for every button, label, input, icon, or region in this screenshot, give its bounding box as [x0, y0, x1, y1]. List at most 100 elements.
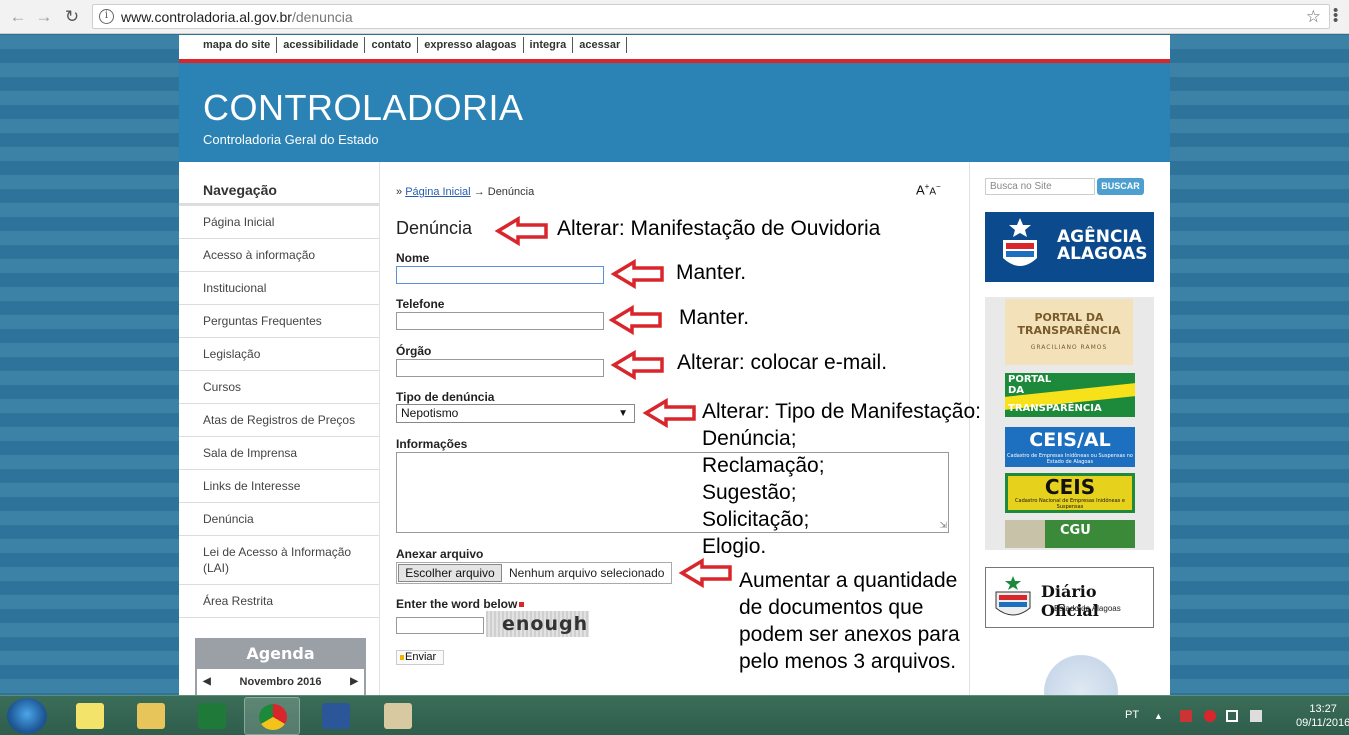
agencia-alagoas-banner[interactable]: AGÊNCIA ALAGOAS: [985, 212, 1154, 282]
paint-icon: [384, 703, 412, 729]
taskbar-paint[interactable]: [370, 697, 426, 735]
right-sidebar: Busca no Site BUSCAR AGÊNCIA ALAGOAS PORT…: [971, 162, 1170, 710]
taskbar-sticky-notes[interactable]: [62, 697, 118, 735]
informacoes-label: Informações: [396, 437, 468, 451]
back-arrow-icon[interactable]: ←: [8, 7, 28, 27]
breadcrumb-current: Denúncia: [487, 186, 535, 198]
nav-title: Navegação: [203, 182, 277, 198]
top-link-acessibilidade[interactable]: acessibilidade: [277, 37, 366, 53]
left-sidebar: Navegação Página Inicial Acesso à inform…: [179, 162, 379, 695]
font-size-increase[interactable]: A: [916, 182, 925, 197]
sidebar-item-perguntas[interactable]: Perguntas Frequentes: [179, 305, 379, 338]
ann-anexo-line3: podem ser anexos para: [739, 623, 960, 646]
site-banner: CONTROLADORIA Controladoria Geral do Est…: [179, 59, 1170, 162]
site-title[interactable]: CONTROLADORIA: [203, 87, 524, 129]
diario-sub: Estado de Alagoas: [1054, 604, 1121, 613]
sticky-notes-icon: [76, 703, 104, 729]
network-icon[interactable]: [1226, 710, 1238, 722]
search-input[interactable]: Busca no Site: [985, 178, 1095, 195]
flag-icon[interactable]: [1180, 710, 1192, 722]
taskbar-excel[interactable]: [184, 697, 240, 735]
antivirus-icon[interactable]: [1204, 710, 1216, 722]
menu-dots-icon[interactable]: • • •: [1333, 3, 1338, 28]
nome-label: Nome: [396, 251, 430, 265]
search-button[interactable]: BUSCAR: [1097, 178, 1144, 195]
orgao-label: Órgão: [396, 344, 432, 358]
info-icon[interactable]: i: [99, 9, 114, 24]
sidebar-item-legislacao[interactable]: Legislação: [179, 338, 379, 371]
anexar-label: Anexar arquivo: [396, 547, 484, 561]
address-bar[interactable]: i www.controladoria.al.gov.br/denuncia ☆: [92, 4, 1330, 29]
forward-arrow-icon[interactable]: →: [34, 7, 54, 27]
top-link-expresso[interactable]: expresso alagoas: [418, 37, 524, 53]
font-size-control[interactable]: A+A−: [916, 182, 941, 197]
nav-list: Página Inicial Acesso à informação Insti…: [179, 206, 379, 618]
font-size-decrease[interactable]: A: [929, 186, 936, 197]
taskbar-word[interactable]: [308, 697, 364, 735]
ann-anexo-line2: de documentos que: [739, 596, 924, 619]
sidebar-item-denuncia[interactable]: Denúncia: [179, 503, 379, 536]
ceis-link[interactable]: CEIS Cadastro Nacional de Empresas Inidô…: [1005, 473, 1135, 513]
sidebar-item-atas[interactable]: Atas de Registros de Preços: [179, 404, 379, 437]
pt-line1: PORTAL DA: [1034, 311, 1104, 324]
next-month-icon[interactable]: ▶: [350, 669, 358, 695]
nome-input[interactable]: [396, 266, 604, 284]
breadcrumb-home-link[interactable]: Página Inicial: [405, 186, 470, 198]
red-arrow-icon: [608, 305, 662, 335]
sidebar-item-links[interactable]: Links de Interesse: [179, 470, 379, 503]
sidebar-item-lai[interactable]: Lei de Acesso à Informação (LAI): [179, 536, 379, 585]
annotation-manter-nome: Manter.: [676, 261, 747, 284]
alagoas-emblem-icon: [995, 576, 1031, 616]
prev-month-icon[interactable]: ◀: [203, 669, 211, 695]
cgu-link[interactable]: CGU: [1005, 520, 1135, 548]
top-link-integra[interactable]: integra: [524, 37, 574, 53]
telefone-label: Telefone: [396, 297, 445, 311]
volume-icon[interactable]: [1250, 710, 1262, 722]
top-link-contato[interactable]: contato: [365, 37, 419, 53]
tipo-select[interactable]: Nepotismo ▼: [396, 404, 635, 423]
sidebar-item-pagina-inicial[interactable]: Página Inicial: [179, 206, 379, 239]
submit-button[interactable]: Enviar: [396, 650, 444, 665]
ceis-al-link[interactable]: CEIS/AL Cadastro de Empresas Inidôneas o…: [1005, 427, 1135, 467]
taskbar-explorer[interactable]: [123, 697, 179, 735]
diario-title: Diário Oficial: [1041, 582, 1099, 620]
ann-tipo-line1: Alterar: Tipo de Manifestação:: [702, 400, 981, 423]
ann-tipo-line4: Sugestão;: [702, 481, 797, 504]
red-arrow-icon: [494, 216, 548, 246]
choose-file-button[interactable]: Escolher arquivo: [398, 564, 502, 582]
orgao-input[interactable]: [396, 359, 604, 377]
top-link-mapa[interactable]: mapa do site: [197, 37, 278, 53]
sidebar-item-area-restrita[interactable]: Área Restrita: [179, 585, 379, 618]
sidebar-item-acesso-informacao[interactable]: Acesso à informação: [179, 239, 379, 272]
browser-toolbar: ← → ↻ i www.controladoria.al.gov.br/denu…: [0, 0, 1349, 34]
clock-time: 13:27: [1309, 703, 1337, 715]
system-clock[interactable]: 13:27 09/11/2016: [1296, 702, 1349, 730]
url-path: /denuncia: [291, 9, 353, 25]
taskbar-chrome[interactable]: [244, 697, 300, 735]
reload-icon[interactable]: ↻: [62, 7, 82, 27]
tipo-selected-value: Nepotismo: [401, 406, 459, 420]
ptd-line2: TRANSPARÊNCIA: [1008, 403, 1102, 414]
portal-da-transparencia[interactable]: PORTAL DA TRANSPARÊNCIA: [1005, 373, 1135, 417]
telefone-input[interactable]: [396, 312, 604, 330]
sidebar-item-institucional[interactable]: Institucional: [179, 272, 379, 305]
top-link-acessar[interactable]: acessar: [573, 37, 628, 53]
start-button[interactable]: [7, 698, 47, 734]
sidebar-item-cursos[interactable]: Cursos: [179, 371, 379, 404]
show-hidden-icon[interactable]: ▲: [1154, 711, 1166, 723]
folder-icon: [137, 703, 165, 729]
breadcrumb: » Página Inicial → Denúncia: [396, 186, 534, 198]
diario-oficial-link[interactable]: Diário Oficial Estado de Alagoas: [985, 567, 1154, 628]
annotation-tipo-manifestacao: Alterar: Tipo de Manifestação: Denúncia;…: [702, 398, 981, 560]
bookmark-star-icon[interactable]: ☆: [1306, 7, 1321, 27]
pt-line2: TRANSPARÊNCIA: [1017, 324, 1121, 337]
portal-transparencia-graciliano[interactable]: PORTAL DA TRANSPARÊNCIA GRACILIANO RAMOS: [1005, 299, 1133, 365]
ann-tipo-line2: Denúncia;: [702, 427, 797, 450]
language-indicator[interactable]: PT: [1125, 709, 1139, 721]
url-host: www.controladoria.al.gov.br: [121, 9, 292, 25]
captcha-input[interactable]: [396, 617, 484, 634]
sidebar-item-imprensa[interactable]: Sala de Imprensa: [179, 437, 379, 470]
file-input[interactable]: Escolher arquivo Nenhum arquivo selecion…: [396, 562, 672, 584]
url-text: www.controladoria.al.gov.br/denuncia: [121, 9, 353, 25]
windows-taskbar: PT ▲ 13:27 09/11/2016: [0, 695, 1349, 735]
